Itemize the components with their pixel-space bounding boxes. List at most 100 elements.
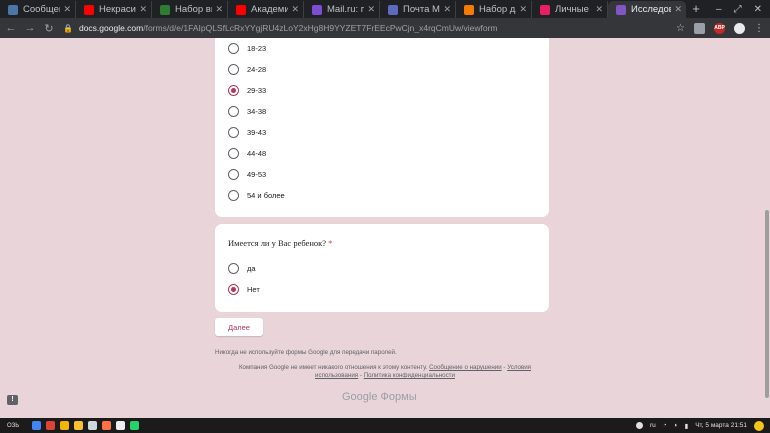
tab-title: Личные со xyxy=(555,4,592,15)
browser-tab[interactable]: Набор вып✕ xyxy=(152,1,228,18)
browser-tab[interactable]: Исследов ✕ xyxy=(608,1,686,18)
radio-option[interactable]: 18-23 xyxy=(228,41,266,55)
radio-unchecked-icon[interactable] xyxy=(228,189,239,201)
chrome-icon[interactable] xyxy=(46,421,55,430)
browser-tab[interactable]: Академия✕ xyxy=(228,1,304,18)
text-editor-icon[interactable] xyxy=(116,421,125,430)
browser-tab[interactable]: Сообщения✕ xyxy=(0,1,76,18)
browser-tab[interactable]: Набор для✕ xyxy=(456,1,532,18)
radio-option-label: 24-28 xyxy=(247,64,267,74)
mail-app-icon[interactable] xyxy=(88,421,97,430)
close-tab-icon[interactable]: ✕ xyxy=(519,4,527,15)
footer-separator: - xyxy=(503,364,506,371)
lang-indicator[interactable]: ru xyxy=(650,422,656,429)
close-window-icon[interactable]: ✕ xyxy=(754,4,762,15)
os-taskbar: ОЗЬ ru ◔ ◖ ▮ Чт, 5 марта 21:51 xyxy=(0,418,770,433)
files-icon[interactable] xyxy=(60,421,69,430)
browser-tab[interactable]: Некрасивые✕ xyxy=(76,1,152,18)
menu-icon[interactable]: ⋮ xyxy=(754,23,764,34)
clock[interactable]: Чт, 5 марта 21:51 xyxy=(695,422,747,429)
close-tab-icon[interactable]: ✕ xyxy=(139,4,147,15)
bluetooth-icon[interactable] xyxy=(635,422,643,429)
radio-option-label: 54 и более xyxy=(247,190,285,200)
question-title-text: Имеется ли у Вас ребенок? xyxy=(228,238,327,248)
scrollbar[interactable] xyxy=(764,38,770,418)
radio-unchecked-icon[interactable] xyxy=(228,126,239,138)
battery-icon[interactable]: ▮ xyxy=(685,422,689,430)
footer-separator: - xyxy=(359,372,362,379)
radio-option[interactable]: 29-33 xyxy=(228,83,266,97)
radio-option[interactable]: 24-28 xyxy=(228,62,266,76)
abuse-link[interactable]: Сообщение о нарушении xyxy=(429,364,502,371)
tab-strip: Сообщения✕Некрасивые✕Набор вып✕Академия✕… xyxy=(0,0,770,18)
lock-icon: 🔒 xyxy=(63,23,73,33)
question-title: Имеется ли у Вас ребенок? * xyxy=(228,238,332,248)
whatsapp-icon[interactable] xyxy=(130,421,139,430)
folder-icon[interactable] xyxy=(74,421,83,430)
close-tab-icon[interactable]: ✕ xyxy=(674,4,682,15)
footer-text: Компания Google не имеет никакого отноше… xyxy=(238,364,428,371)
adblock-icon[interactable]: ABP xyxy=(714,22,725,34)
radio-option[interactable]: 54 и более xyxy=(228,188,285,202)
radio-checked-icon[interactable] xyxy=(228,283,239,295)
url-text: docs.google.com/forms/d/e/1FAIpQLSfLcRxY… xyxy=(79,23,498,33)
close-tab-icon[interactable]: ✕ xyxy=(367,4,375,15)
radio-option[interactable]: да xyxy=(228,261,256,275)
radio-unchecked-icon[interactable] xyxy=(228,63,239,75)
close-tab-icon[interactable]: ✕ xyxy=(443,4,451,15)
radio-option[interactable]: 34-38 xyxy=(228,104,266,118)
radio-option-label: 39-43 xyxy=(247,127,267,137)
toolbar-actions: ☆ ABP ⋮ xyxy=(676,18,764,38)
url-host: docs.google.com xyxy=(78,23,144,33)
radio-unchecked-icon[interactable] xyxy=(228,262,239,274)
tab-title: Mail.ru: по xyxy=(327,4,364,15)
close-tab-icon[interactable]: ✕ xyxy=(63,4,71,15)
wifi-icon[interactable]: ◔ xyxy=(663,422,667,429)
chat-icon xyxy=(540,4,550,15)
radio-option[interactable]: Нет xyxy=(228,282,260,296)
close-tab-icon[interactable]: ✕ xyxy=(291,4,299,15)
next-button[interactable]: Далее xyxy=(215,318,263,336)
close-tab-icon[interactable]: ✕ xyxy=(215,4,223,15)
radio-unchecked-icon[interactable] xyxy=(228,42,239,54)
tab-title: Исследов xyxy=(631,4,672,15)
reload-icon[interactable]: ↻ xyxy=(41,22,57,35)
back-icon[interactable]: ← xyxy=(3,22,19,34)
archive-icon[interactable] xyxy=(102,421,111,430)
page-content: 18-23 24-28 29-33 34-38 39-43 44-48 49-53 54 и … xyxy=(0,38,770,418)
radio-option-label: 34-38 xyxy=(247,106,267,116)
new-tab-button[interactable]: + xyxy=(686,1,706,18)
forward-icon[interactable]: → xyxy=(22,22,38,34)
browser-tab[interactable]: Mail.ru: по✕ xyxy=(304,1,380,18)
start-button[interactable]: ОЗЬ xyxy=(7,423,27,429)
address-bar[interactable]: 🔒 docs.google.com/forms/d/e/1FAIpQLSfLcR… xyxy=(63,20,663,36)
password-note: Никогда не используйте формы Google для … xyxy=(215,349,397,356)
window-controls: – ⤢ ✕ xyxy=(716,0,770,18)
radio-checked-icon[interactable] xyxy=(228,84,239,96)
report-icon[interactable]: ! xyxy=(7,395,18,405)
radio-unchecked-icon[interactable] xyxy=(228,168,239,180)
account-avatar[interactable] xyxy=(734,22,745,34)
minimize-icon[interactable]: – xyxy=(716,4,722,15)
radio-option-label: Нет xyxy=(247,284,260,294)
privacy-link[interactable]: Политика конфиденциальности xyxy=(364,372,455,379)
bookmark-star-icon[interactable]: ☆ xyxy=(676,23,685,34)
form-footer: Компания Google не имеет никакого отноше… xyxy=(225,364,545,380)
vk-icon xyxy=(8,4,18,15)
notification-icon[interactable] xyxy=(754,420,764,431)
radio-unchecked-icon[interactable] xyxy=(228,105,239,117)
radio-option-label: 49-53 xyxy=(247,169,267,179)
scrollbar-thumb[interactable] xyxy=(765,210,769,398)
restore-icon[interactable]: ⤢ xyxy=(734,4,742,15)
radio-option[interactable]: 44-48 xyxy=(228,146,266,160)
radio-option[interactable]: 49-53 xyxy=(228,167,266,181)
browser-tab[interactable]: Почта Mail✕ xyxy=(380,1,456,18)
volume-icon[interactable]: ◖ xyxy=(674,422,678,429)
extension-icon[interactable] xyxy=(694,22,705,34)
browser-tab[interactable]: Личные со✕ xyxy=(532,1,608,18)
app-launcher-icon[interactable] xyxy=(32,421,41,430)
close-tab-icon[interactable]: ✕ xyxy=(595,4,603,15)
radio-option[interactable]: 39-43 xyxy=(228,125,266,139)
mail-icon xyxy=(388,4,398,15)
radio-unchecked-icon[interactable] xyxy=(228,147,239,159)
